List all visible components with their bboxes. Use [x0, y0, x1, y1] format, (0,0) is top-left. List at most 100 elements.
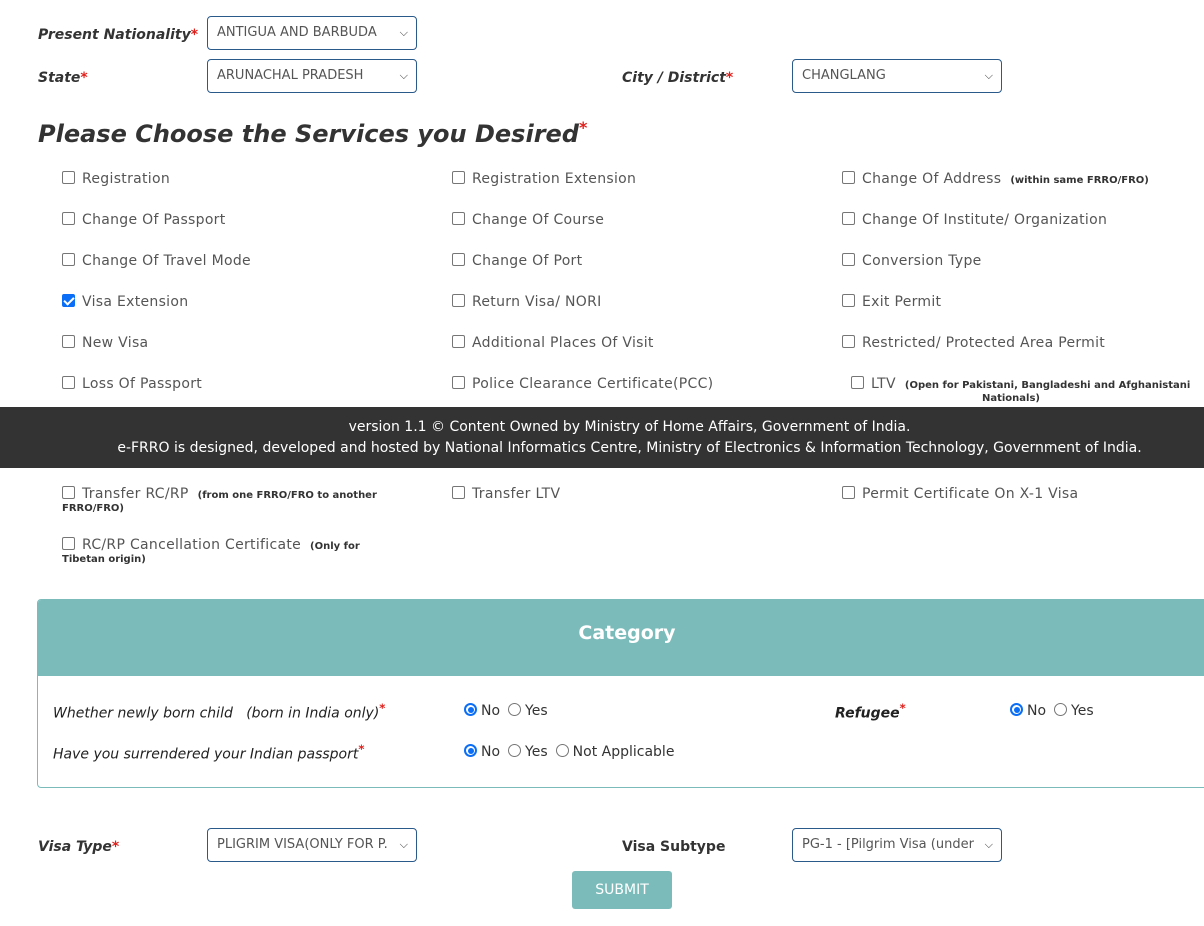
visa-subtype-value: PG-1 - [Pilgrim Visa (under	[802, 837, 974, 852]
surrendered-option-not-applicable[interactable]: Not Applicable	[555, 744, 675, 760]
service-label: Registration Extension	[472, 171, 637, 187]
site-footer: version 1.1 © Content Owned by Ministry …	[0, 407, 1204, 468]
service-checkbox[interactable]	[452, 335, 465, 348]
service-option[interactable]: Transfer RC/RP (from one FRRO/FRO to anot…	[62, 486, 377, 514]
service-label: Restricted/ Protected Area Permit	[862, 335, 1106, 351]
service-label: Change Of Passport	[82, 212, 226, 228]
radio-button[interactable]	[464, 703, 477, 716]
service-label: Change Of Institute/ Organization	[862, 212, 1108, 228]
service-label: Return Visa/ NORI	[472, 294, 602, 310]
service-option[interactable]: Transfer LTV	[452, 486, 560, 502]
service-checkbox[interactable]	[851, 376, 864, 389]
nationality-select[interactable]: ANTIGUA AND BARBUDA ⌵	[207, 16, 417, 50]
service-checkbox[interactable]	[842, 294, 855, 307]
service-option[interactable]: Exit Permit	[842, 294, 941, 310]
service-checkbox[interactable]	[452, 486, 465, 499]
service-label: New Visa	[82, 335, 149, 351]
submit-button[interactable]: SUBMIT	[572, 871, 672, 909]
service-option[interactable]: Change Of Course	[452, 212, 604, 228]
newborn-option-no[interactable]: No	[464, 703, 500, 719]
service-option[interactable]: Conversion Type	[842, 253, 982, 269]
service-option[interactable]: Additional Places Of Visit	[452, 335, 654, 351]
service-checkbox[interactable]	[842, 486, 855, 499]
refugee-option-no[interactable]: No	[1010, 703, 1046, 719]
radio-button[interactable]	[508, 703, 522, 716]
service-note-continued: Nationals)	[981, 393, 1040, 404]
service-option[interactable]: New Visa	[62, 335, 148, 351]
chevron-down-icon: ⌵	[984, 838, 993, 851]
visa-type-select[interactable]: PLIGRIM VISA(ONLY FOR P. ⌵	[207, 828, 417, 862]
radio-button[interactable]	[508, 744, 522, 757]
service-label: Change Of Port	[472, 253, 583, 269]
city-label: City / District*	[622, 70, 734, 86]
state-select[interactable]: ARUNACHAL PRADESH ⌵	[207, 59, 417, 93]
service-note: (Only for	[310, 541, 360, 552]
visa-subtype-select[interactable]: PG-1 - [Pilgrim Visa (under ⌵	[792, 828, 1002, 862]
service-option[interactable]: Restricted/ Protected Area Permit	[842, 335, 1105, 351]
surrendered-option-yes[interactable]: Yes	[508, 744, 548, 760]
visa-type-label: Visa Type*	[38, 839, 120, 855]
service-checkbox[interactable]	[842, 253, 855, 266]
service-note: (Open for Pakistani, Bangladeshi and Afg…	[904, 380, 1191, 391]
service-option[interactable]: Return Visa/ NORI	[452, 294, 602, 310]
category-title: Category	[38, 600, 1204, 676]
service-label: Registration	[82, 171, 171, 187]
city-select[interactable]: CHANGLANG ⌵	[792, 59, 1002, 93]
radio-label: Yes	[1071, 703, 1094, 719]
service-label: Transfer LTV	[472, 486, 561, 502]
surrendered-passport-radio-group: No Yes Not Applicable	[464, 744, 682, 760]
service-option[interactable]: Police Clearance Certificate(PCC)	[452, 376, 713, 392]
radio-button[interactable]	[555, 744, 569, 757]
service-checkbox[interactable]	[452, 253, 465, 266]
service-option[interactable]: Change Of Address (within same FRRO/FRO)	[842, 171, 1149, 187]
newborn-option-yes[interactable]: Yes	[508, 703, 548, 719]
service-option[interactable]: RC/RP Cancellation Certificate (Only for T…	[62, 537, 360, 565]
service-option[interactable]: Loss Of Passport	[62, 376, 202, 392]
chevron-down-icon: ⌵	[399, 838, 408, 851]
service-label: Exit Permit	[862, 294, 942, 310]
refugee-option-yes[interactable]: Yes	[1054, 703, 1094, 719]
service-note-continued: Tibetan origin)	[62, 554, 146, 565]
service-checkbox[interactable]	[62, 253, 75, 266]
service-checkbox[interactable]	[62, 537, 75, 550]
service-checkbox[interactable]	[452, 171, 465, 184]
surrendered-option-no[interactable]: No	[464, 744, 500, 760]
service-label: LTV	[871, 376, 896, 392]
service-option[interactable]: Registration	[62, 171, 170, 187]
service-checkbox[interactable]	[452, 376, 465, 389]
chevron-down-icon: ⌵	[984, 69, 993, 82]
visa-subtype-label: Visa Subtype	[622, 839, 726, 855]
service-option[interactable]: Change Of Passport	[62, 212, 226, 228]
service-option[interactable]: Change Of Travel Mode	[62, 253, 251, 269]
service-checkbox[interactable]	[452, 294, 465, 307]
service-option[interactable]: LTV (Open for Pakistani, Bangladeshi and …	[851, 376, 1190, 404]
radio-button[interactable]	[464, 744, 477, 757]
surrendered-passport-label: Have you surrendered your Indian passpor…	[53, 742, 365, 763]
service-checkbox[interactable]	[62, 294, 75, 307]
refugee-radio-group: No Yes	[1010, 703, 1102, 719]
service-option[interactable]: Change Of Port	[452, 253, 582, 269]
service-checkbox[interactable]	[62, 212, 75, 225]
service-checkbox[interactable]	[452, 212, 465, 225]
newborn-radio-group: No Yes	[464, 703, 556, 719]
radio-button[interactable]	[1054, 703, 1068, 716]
service-option[interactable]: Visa Extension	[62, 294, 188, 310]
radio-button[interactable]	[1010, 703, 1023, 716]
service-label: Loss Of Passport	[82, 376, 203, 392]
service-checkbox[interactable]	[62, 376, 75, 389]
service-checkbox[interactable]	[62, 486, 75, 499]
service-checkbox[interactable]	[842, 171, 855, 184]
service-checkbox[interactable]	[62, 335, 75, 348]
service-option[interactable]: Permit Certificate On X-1 Visa	[842, 486, 1078, 502]
radio-label: No	[481, 744, 501, 760]
service-option[interactable]: Registration Extension	[452, 171, 636, 187]
radio-label: Not Applicable	[572, 744, 675, 760]
service-checkbox[interactable]	[842, 335, 855, 348]
service-checkbox[interactable]	[842, 212, 855, 225]
service-label: Change Of Course	[472, 212, 605, 228]
service-checkbox[interactable]	[62, 171, 75, 184]
service-label: Additional Places Of Visit	[472, 335, 654, 351]
service-label: Conversion Type	[862, 253, 982, 269]
refugee-label: Refugee*	[835, 701, 906, 722]
service-option[interactable]: Change Of Institute/ Organization	[842, 212, 1107, 228]
